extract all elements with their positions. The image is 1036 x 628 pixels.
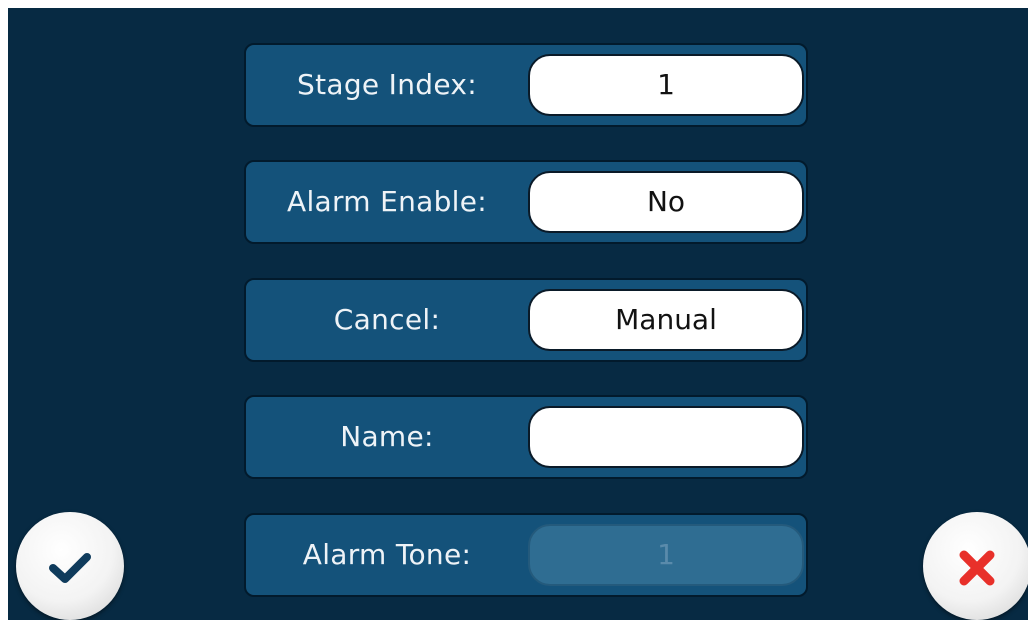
cancel-mode-field[interactable]: Manual xyxy=(528,289,804,351)
name-label: Name: xyxy=(340,420,434,453)
close-icon xyxy=(959,550,995,586)
stage-index-row: Stage Index: 1 xyxy=(244,43,808,127)
alarm-tone-label: Alarm Tone: xyxy=(302,538,472,571)
stage-index-label: Stage Index: xyxy=(297,68,477,101)
alarm-enable-row: Alarm Enable: No xyxy=(244,160,808,244)
alarm-enable-field[interactable]: No xyxy=(528,171,804,233)
name-field[interactable] xyxy=(528,406,804,468)
alarm-enable-label: Alarm Enable: xyxy=(287,185,487,218)
settings-screen: Stage Index: 1 Alarm Enable: No Cancel: … xyxy=(8,8,1028,620)
checkmark-icon xyxy=(49,553,91,583)
alarm-tone-row: Alarm Tone: 1 xyxy=(244,513,808,597)
cancel-button[interactable] xyxy=(923,512,1028,620)
name-row: Name: xyxy=(244,395,808,479)
stage-index-field[interactable]: 1 xyxy=(528,54,804,116)
alarm-tone-field: 1 xyxy=(528,524,804,586)
cancel-label: Cancel: xyxy=(333,303,441,336)
confirm-button[interactable] xyxy=(16,512,124,620)
cancel-row: Cancel: Manual xyxy=(244,278,808,362)
